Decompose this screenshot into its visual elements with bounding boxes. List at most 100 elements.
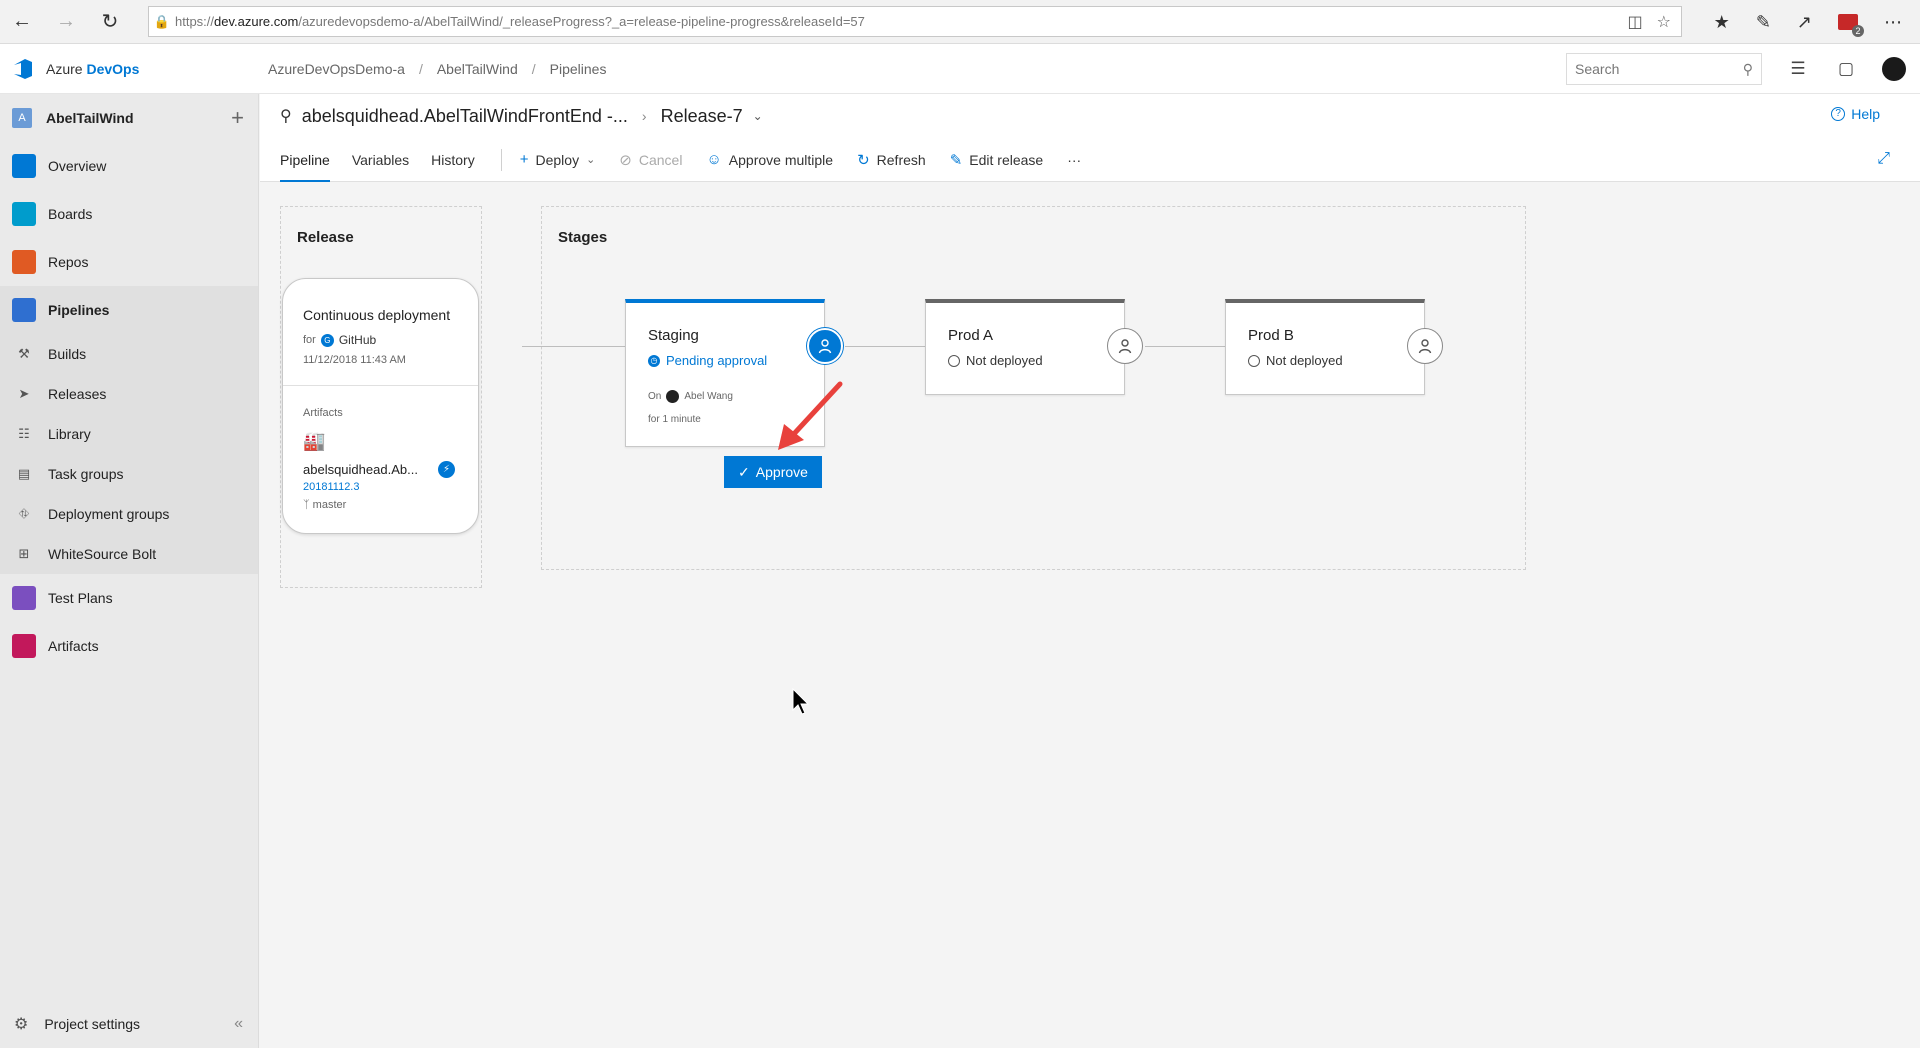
pipelines-icon <box>12 298 36 322</box>
forward-icon[interactable]: → <box>44 0 88 44</box>
approver-person-icon[interactable] <box>1407 328 1443 364</box>
release-definition-name[interactable]: abelsquidhead.AbelTailWindFrontEnd -... <box>302 106 628 127</box>
favorites-icon[interactable]: ★ <box>1714 12 1730 33</box>
approve-button[interactable]: ✓ Approve <box>724 456 822 488</box>
sidebar-item-test-plans[interactable]: Test Plans <box>0 574 258 622</box>
sidebar-item-repos[interactable]: Repos <box>0 238 258 286</box>
expand-icon[interactable]: ⤢ <box>1877 150 1890 168</box>
url-prefix: https:// <box>175 14 215 29</box>
approver-person-icon[interactable] <box>1107 328 1143 364</box>
sidebar-item-deployment-groups[interactable]: ⛗ Deployment groups <box>0 494 258 534</box>
sidebar-item-overview[interactable]: Overview <box>0 142 258 190</box>
breadcrumb-org[interactable]: AzureDevOpsDemo-a <box>268 61 405 77</box>
deploy-button[interactable]: + Deploy ⌄ <box>520 151 596 168</box>
cancel-icon: ⊘ <box>619 151 632 169</box>
brand-name: Azure DevOps <box>46 60 140 77</box>
refresh-icon: ↻ <box>857 151 870 169</box>
person-icon <box>818 339 832 354</box>
breadcrumb-section[interactable]: Pipelines <box>550 61 607 77</box>
sidebar-item-task-groups[interactable]: ▤ Task groups <box>0 454 258 494</box>
github-icon: G <box>320 333 334 347</box>
sidebar-item-label: Test Plans <box>48 590 113 606</box>
sidebar-item-pipelines[interactable]: Pipelines <box>0 286 258 334</box>
share-icon[interactable]: ↗ <box>1797 12 1812 33</box>
breadcrumb-project[interactable]: AbelTailWind <box>437 61 518 77</box>
release-name[interactable]: Release-7 <box>661 106 743 127</box>
reading-view-icon[interactable]: ◫ <box>1628 12 1643 32</box>
stage-card-prod-b[interactable]: Prod B Not deployed <box>1225 299 1425 395</box>
help-link[interactable]: ? Help <box>1831 106 1880 122</box>
chevron-down-icon: ⌄ <box>586 154 596 166</box>
branch-name: master <box>312 499 347 511</box>
artifact-branch: ᛉ master <box>303 499 346 511</box>
add-icon[interactable]: + <box>231 105 244 131</box>
sidebar-item-releases[interactable]: ➤ Releases <box>0 374 258 414</box>
search-input[interactable]: Search ⚲ <box>1566 53 1762 85</box>
release-header: ⚲ abelsquidhead.AbelTailWindFrontEnd -..… <box>260 94 1920 138</box>
task-groups-icon: ▤ <box>17 466 31 481</box>
back-icon[interactable]: ← <box>0 0 44 44</box>
refresh-button[interactable]: ↻ Refresh <box>857 151 926 169</box>
releases-icon: ➤ <box>18 386 30 401</box>
more-actions-button[interactable]: ··· <box>1067 152 1081 168</box>
list-icon[interactable]: ☰ <box>1786 59 1810 79</box>
on-label: On <box>648 391 662 402</box>
avatar[interactable] <box>1882 57 1906 81</box>
approve-multiple-label: Approve multiple <box>728 151 834 168</box>
stage-approver-info: On Abel Wang <box>648 390 733 403</box>
sidebar-item-builds[interactable]: ⚒ Builds <box>0 334 258 374</box>
tab-history[interactable]: History <box>431 138 475 182</box>
shopping-bag-icon[interactable]: ▢ <box>1834 59 1858 79</box>
release-toolbar: Pipeline Variables History + Deploy ⌄ ⊘ … <box>260 138 1920 182</box>
project-selector[interactable]: A AbelTailWind + <box>0 94 258 142</box>
main-content: ⚲ abelsquidhead.AbelTailWindFrontEnd -..… <box>260 94 1920 1048</box>
extension-badge: 2 <box>1852 25 1864 37</box>
annotation-arrow-icon <box>778 381 843 450</box>
boards-icon <box>12 202 36 226</box>
release-definition-icon: ⚲ <box>280 108 292 125</box>
url-host: dev.azure.com <box>214 14 299 29</box>
approve-multiple-button[interactable]: ☺ Approve multiple <box>706 151 833 168</box>
edit-release-button[interactable]: ✎ Edit release <box>950 151 1044 169</box>
sidebar-item-artifacts[interactable]: Artifacts <box>0 622 258 670</box>
extension-icon[interactable]: 2 <box>1838 14 1864 37</box>
stage-name: Prod B <box>1248 327 1294 344</box>
lightning-icon: ⚡ <box>438 461 455 478</box>
builds-icon: ⚒ <box>18 346 30 361</box>
continuous-deployment-card[interactable]: Continuous deployment for G GitHub 11/12… <box>282 278 479 534</box>
tab-pipeline[interactable]: Pipeline <box>280 138 330 182</box>
library-icon: ☷ <box>18 426 30 441</box>
not-deployed-icon <box>1248 354 1260 367</box>
cancel-button[interactable]: ⊘ Cancel <box>619 151 682 169</box>
chevron-right-icon: › <box>641 108 647 124</box>
approver-person-icon[interactable] <box>807 328 843 364</box>
sidebar-item-whitesource-bolt[interactable]: ⊞ WhiteSource Bolt <box>0 534 258 574</box>
more-icon[interactable]: ⋯ <box>1884 12 1902 33</box>
sidebar-item-label: Builds <box>48 346 87 362</box>
address-bar[interactable]: 🔒 https://dev.azure.com/azuredevopsdemo-… <box>148 6 1682 37</box>
stage-status[interactable]: ◷ Pending approval <box>648 353 767 368</box>
chevron-down-icon[interactable]: ⌄ <box>753 109 763 123</box>
browser-toolbar: ← → ↻ 🔒 https://dev.azure.com/azuredevop… <box>0 0 1920 44</box>
pen-icon[interactable]: ✎ <box>1756 12 1771 33</box>
project-settings-button[interactable]: ⚙ Project settings « <box>0 1000 259 1048</box>
brand[interactable]: Azure DevOps <box>0 58 260 80</box>
help-label: Help <box>1851 106 1880 122</box>
gear-icon: ⚙ <box>14 1016 29 1033</box>
refresh-icon[interactable]: ↻ <box>88 0 132 44</box>
stage-card-prod-a[interactable]: Prod A Not deployed <box>925 299 1125 395</box>
approve-label: Approve <box>755 464 808 480</box>
card-divider <box>283 385 478 386</box>
artifact-version[interactable]: 20181112.3 <box>303 481 359 493</box>
tab-variables[interactable]: Variables <box>352 138 409 182</box>
sidebar: A AbelTailWind + Overview Boards Repos P… <box>0 94 259 1048</box>
sidebar-item-boards[interactable]: Boards <box>0 190 258 238</box>
breadcrumb: AzureDevOpsDemo-a / AbelTailWind / Pipel… <box>268 60 607 77</box>
overview-icon <box>12 154 36 178</box>
sidebar-item-library[interactable]: ☷ Library <box>0 414 258 454</box>
project-settings-label: Project settings <box>44 1016 141 1032</box>
deployment-groups-icon: ⛗ <box>18 506 30 521</box>
favorite-star-icon[interactable]: ☆ <box>1657 12 1671 32</box>
collapse-sidebar-icon[interactable]: « <box>234 1015 243 1033</box>
artifact-name[interactable]: abelsquidhead.Ab... <box>303 462 418 477</box>
